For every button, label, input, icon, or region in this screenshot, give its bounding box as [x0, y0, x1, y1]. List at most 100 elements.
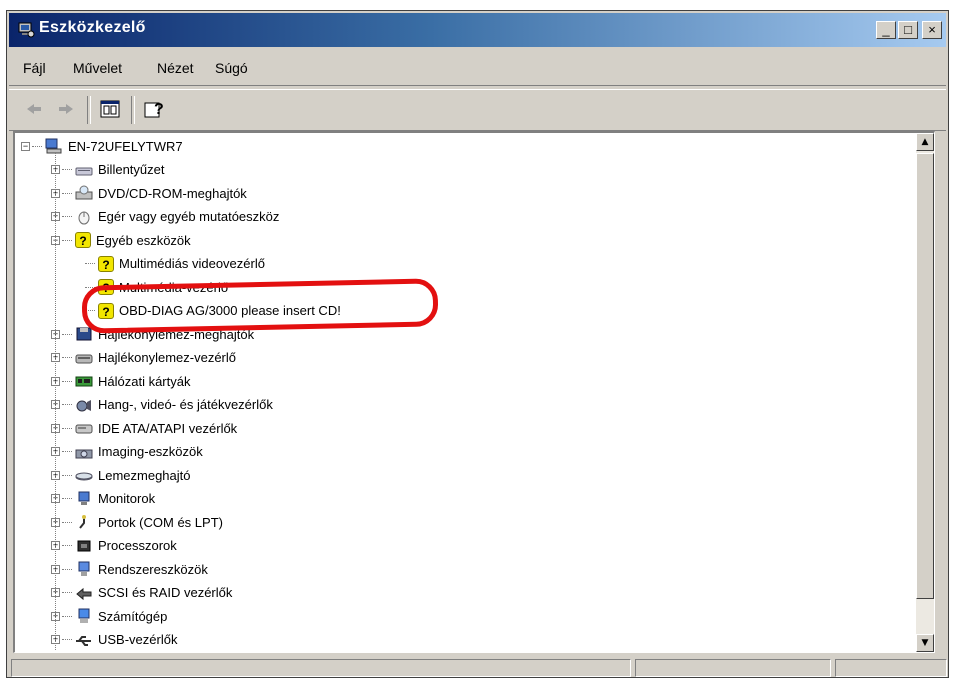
tree-item-label: SCSI és RAID vezérlők: [98, 585, 233, 600]
computer-root-icon: [45, 138, 62, 154]
tree-item[interactable]: + Imaging-eszközök: [51, 441, 203, 463]
tree-item-label: Multimédiás videovezérlő: [119, 256, 265, 271]
tree-item[interactable]: + Hang-, videó- és játékvezérlők: [51, 394, 273, 416]
tree-connector: [62, 592, 72, 593]
network-card-icon: [75, 376, 93, 387]
cdrom-icon: [75, 185, 93, 200]
title-bar[interactable]: Eszközkezelő _ □ ×: [9, 13, 946, 47]
device-tree[interactable]: ▲ ▼ − EN-72UFELYTWR7 + Billentyűzet + DVD/CD-…: [13, 131, 935, 653]
close-button[interactable]: ×: [922, 21, 942, 39]
tree-item[interactable]: + Portok (COM és LPT): [51, 511, 223, 533]
ide-icon: [75, 424, 93, 434]
tree-connector: [62, 498, 72, 499]
scsi-icon: [76, 587, 92, 600]
tree-item-label: Számítógép: [98, 608, 168, 624]
tree-item-label: EN-72UFELYTWR7: [68, 138, 183, 154]
tree-item-label: IDE ATA/ATAPI vezérlők: [98, 420, 238, 436]
tree-item[interactable]: + Számítógép: [51, 605, 167, 627]
menu-bar: Fájl Művelet Nézet Súgó: [9, 51, 946, 86]
tree-item-label: Imaging-eszközök: [98, 444, 203, 459]
status-panel-main: [11, 659, 631, 677]
help-icon[interactable]: ?: [141, 97, 167, 121]
tree-root[interactable]: − EN-72UFELYTWR7: [21, 135, 183, 157]
minimize-button[interactable]: _: [876, 21, 896, 39]
computer-icon: [78, 608, 90, 623]
warning-icon: ?: [98, 255, 114, 272]
menu-file[interactable]: Fájl: [23, 60, 46, 76]
tree-item[interactable]: + SCSI és RAID vezérlők: [51, 582, 232, 604]
tree-item-label: Egér vagy egyéb mutatóeszköz: [98, 209, 280, 224]
tree-connector: [62, 239, 72, 241]
tree-item[interactable]: + Processzorok: [51, 535, 177, 557]
toolbar: ?: [9, 89, 946, 131]
tree-connector: [62, 404, 72, 405]
svg-text:?: ?: [154, 101, 164, 118]
menu-view[interactable]: Nézet: [157, 60, 194, 76]
tree-connector: [85, 263, 95, 264]
tree-item-label: Monitorok: [98, 491, 156, 506]
tree-connector: [62, 427, 72, 429]
status-bar: [9, 657, 947, 677]
back-arrow-icon[interactable]: [21, 97, 47, 121]
tree-item-label: DVD/CD-ROM-meghajtók: [98, 185, 247, 201]
tree-child-item[interactable]: ? Multimédiás videovezérlő: [85, 253, 265, 275]
vertical-scrollbar[interactable]: ▲ ▼: [916, 133, 934, 652]
tree-item[interactable]: + Hálózati kártyák: [51, 370, 190, 392]
tree-connector: [62, 521, 72, 523]
tree-connector: [62, 333, 72, 335]
disk-icon: [75, 472, 93, 481]
tree-item[interactable]: + IDE ATA/ATAPI vezérlők: [51, 417, 237, 439]
red-highlight-circle: [81, 278, 439, 334]
tree-item[interactable]: + Monitorok: [51, 488, 155, 510]
scroll-up-button[interactable]: ▲: [916, 133, 934, 151]
tree-connector: [62, 639, 72, 640]
sound-icon: [76, 399, 91, 411]
tree-connector: [62, 357, 72, 358]
expand-toggle[interactable]: −: [21, 141, 30, 151]
tree-item-label: Rendszereszközök: [98, 561, 208, 577]
tree-item[interactable]: + DVD/CD-ROM-meghajtók: [51, 182, 247, 204]
scroll-down-button[interactable]: ▼: [916, 634, 934, 652]
window-title: Eszközkezelő: [39, 19, 146, 36]
tree-item-label: Hálózati kártyák: [98, 373, 191, 389]
properties-icon[interactable]: [97, 97, 123, 121]
toolbar-separator: [131, 96, 135, 124]
camera-icon: [75, 449, 93, 458]
system-icon: [78, 561, 90, 576]
tree-connector: [62, 615, 72, 617]
warning-icon: ?: [75, 232, 91, 248]
menu-help[interactable]: Súgó: [215, 60, 248, 76]
tree-item[interactable]: + Hajlékonylemez-vezérlő: [51, 347, 236, 369]
tree-item[interactable]: −? Egyéb eszközök: [51, 229, 191, 251]
tree-item[interactable]: + USB-vezérlők: [51, 629, 177, 651]
forward-arrow-icon[interactable]: [53, 97, 79, 121]
menu-action[interactable]: Művelet: [73, 60, 122, 76]
monitor-icon: [78, 491, 90, 505]
tree-item[interactable]: + Lemezmeghajtó: [51, 464, 191, 486]
tree-item[interactable]: + Rendszereszközök: [51, 558, 208, 580]
device-manager-icon: [18, 22, 35, 38]
tree-connector: [62, 474, 72, 476]
tree-connector: [62, 380, 72, 382]
tree-item[interactable]: + Billentyűzet: [51, 159, 164, 181]
tree-item-label: Portok (COM és LPT): [98, 514, 223, 530]
tree-connector: [62, 568, 72, 570]
controller-icon: [75, 354, 93, 363]
tree-connector: [62, 216, 72, 217]
tree-item-label: Hajlékonylemez-vezérlő: [98, 350, 236, 365]
usb-icon: [76, 635, 91, 646]
status-panel-2: [635, 659, 831, 677]
keyboard-icon: [75, 167, 93, 175]
device-manager-window: Eszközkezelő _ □ × Fájl Művelet Nézet Sú…: [6, 10, 949, 678]
tree-connector: [62, 545, 72, 546]
toolbar-separator: [87, 96, 91, 124]
tree-item[interactable]: + Egér vagy egyéb mutatóeszköz: [51, 206, 279, 228]
maximize-button[interactable]: □: [898, 21, 918, 39]
tree-connector: [62, 192, 72, 194]
mouse-icon: [78, 211, 90, 224]
tree-guide-line: [55, 153, 56, 650]
tree-item-label: USB-vezérlők: [98, 632, 178, 647]
scroll-thumb[interactable]: [916, 153, 934, 599]
tree-item-label: Lemezmeghajtó: [98, 467, 191, 483]
tree-connector: [62, 451, 72, 452]
